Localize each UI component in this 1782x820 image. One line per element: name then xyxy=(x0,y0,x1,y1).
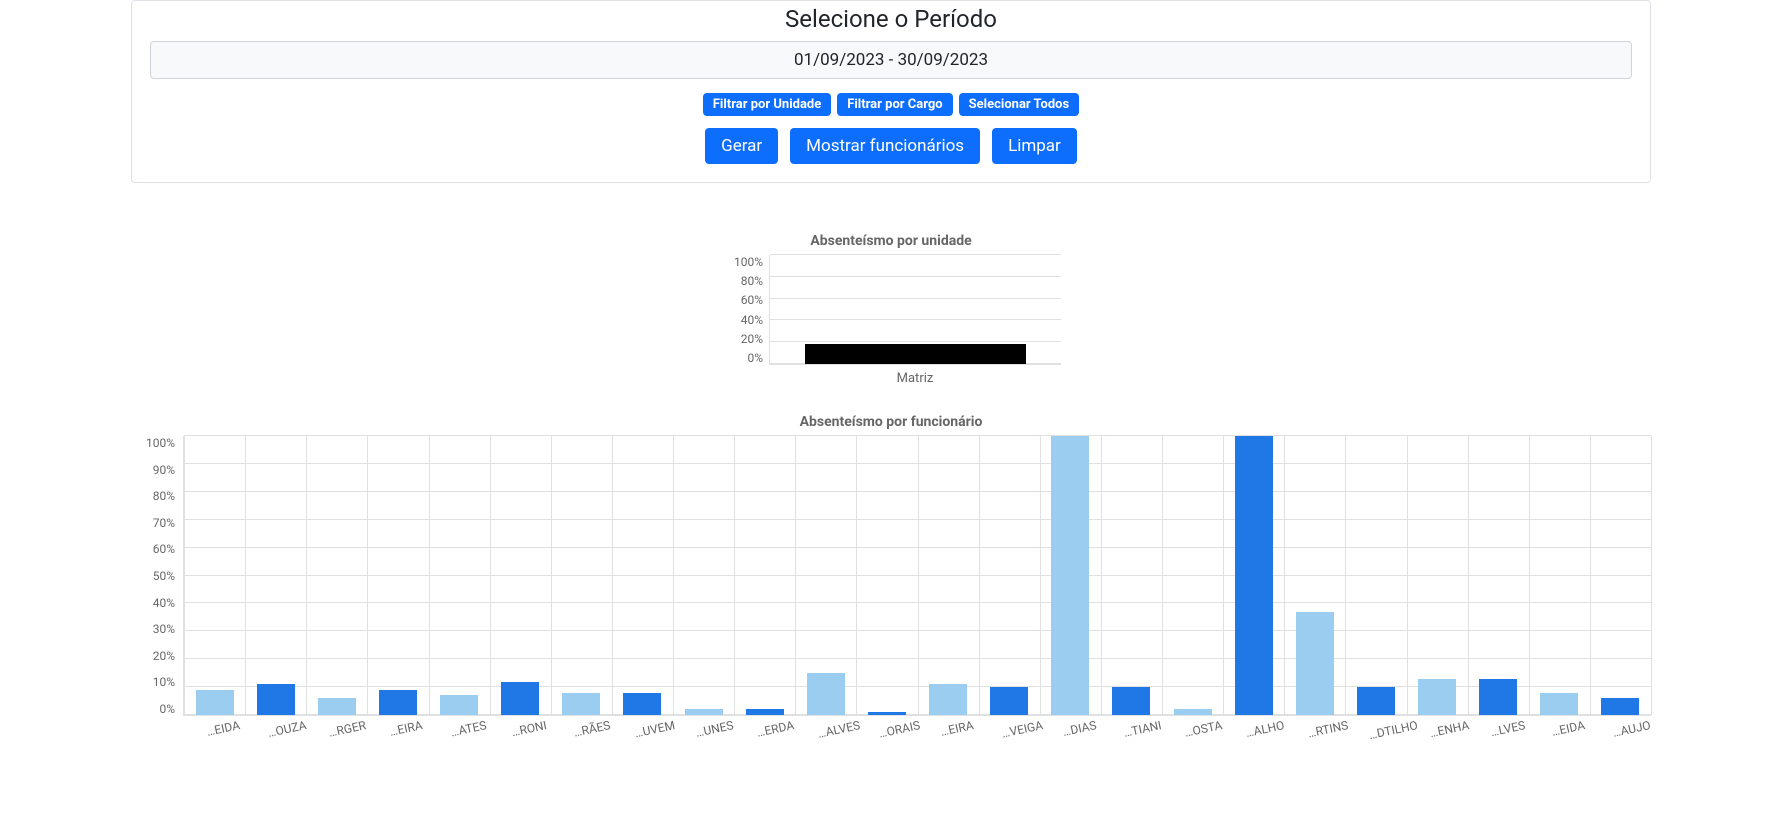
x-tick: …EIRA xyxy=(388,718,424,739)
employee-bar xyxy=(746,709,784,715)
y-tick: 90% xyxy=(131,463,175,477)
employee-chart: Absenteísmo por funcionário 100% 90% 80% 70… xyxy=(131,414,1651,740)
unit-chart-x-label: Matriz xyxy=(721,371,1061,386)
x-tick: …ENHA xyxy=(1428,718,1470,740)
y-tick: 40% xyxy=(131,596,175,610)
action-buttons-row: Gerar Mostrar funcionários Limpar xyxy=(150,128,1632,164)
y-tick: 100% xyxy=(721,255,763,269)
y-tick: 50% xyxy=(131,569,175,583)
clear-button[interactable]: Limpar xyxy=(992,128,1077,164)
employee-bar xyxy=(318,698,356,715)
y-tick: 60% xyxy=(721,293,763,307)
employee-bar xyxy=(501,682,539,715)
y-tick: 20% xyxy=(131,649,175,663)
x-tick: …TIANI xyxy=(1122,718,1162,740)
x-tick: …ALHO xyxy=(1245,718,1286,740)
x-tick: …ALVES xyxy=(817,718,862,741)
y-tick: 20% xyxy=(721,332,763,346)
x-tick: …EIRA xyxy=(939,718,975,739)
employee-bar xyxy=(623,693,661,715)
x-tick: …DTILHO xyxy=(1367,718,1418,742)
y-tick: 10% xyxy=(131,675,175,689)
employee-bar xyxy=(562,693,600,715)
date-range-input[interactable] xyxy=(150,41,1632,79)
x-tick: …ERDA xyxy=(755,718,795,740)
period-title: Selecione o Período xyxy=(150,5,1632,33)
employee-bar xyxy=(868,712,906,715)
y-tick: 30% xyxy=(131,622,175,636)
x-tick: …OSTA xyxy=(1184,718,1224,740)
y-tick: 40% xyxy=(721,313,763,327)
employee-chart-plot xyxy=(183,436,1651,716)
employee-bar xyxy=(929,684,967,715)
y-tick: 0% xyxy=(721,351,763,365)
unit-chart-plot xyxy=(769,255,1061,365)
x-tick: …RÃES xyxy=(572,718,611,739)
employee-bar xyxy=(1112,687,1150,715)
x-tick: …ATES xyxy=(450,718,488,739)
y-tick: 0% xyxy=(131,702,175,716)
unit-chart-y-axis: 100% 80% 60% 40% 20% 0% xyxy=(721,255,769,365)
employee-bar xyxy=(685,709,723,715)
employee-bar xyxy=(196,690,234,715)
unit-bar xyxy=(805,344,1026,364)
x-tick: …UNES xyxy=(694,718,734,740)
unit-chart-title: Absenteísmo por unidade xyxy=(721,233,1061,249)
x-tick: …RGER xyxy=(327,718,367,740)
show-employees-button[interactable]: Mostrar funcionários xyxy=(790,128,980,164)
employee-bar xyxy=(1174,709,1212,715)
x-tick: …ORAIS xyxy=(878,718,922,740)
y-tick: 80% xyxy=(721,274,763,288)
x-tick: …VEIGA xyxy=(1000,718,1044,740)
employee-chart-x-axis: …EIDA …OUZA …RGER …EIRA …ATES …RONI …RÃES …UVEM… xyxy=(183,716,1651,740)
employee-chart-title: Absenteísmo por funcionário xyxy=(131,414,1651,430)
y-tick: 70% xyxy=(131,516,175,530)
employee-bar xyxy=(379,690,417,715)
x-tick: …LVES xyxy=(1489,718,1526,739)
employee-bar xyxy=(1235,436,1273,715)
employee-bar xyxy=(807,673,845,715)
x-tick: …RTINS xyxy=(1306,718,1349,740)
filter-role-button[interactable]: Filtrar por Cargo xyxy=(837,93,952,116)
employee-bar xyxy=(440,695,478,715)
generate-button[interactable]: Gerar xyxy=(705,128,778,164)
x-tick: …UVEM xyxy=(633,718,676,740)
x-tick: …AUJO xyxy=(1612,718,1652,740)
x-tick: …RONI xyxy=(511,718,549,739)
y-tick: 60% xyxy=(131,542,175,556)
x-tick: …OUZA xyxy=(266,718,307,740)
filter-panel: Selecione o Período Filtrar por Unidade … xyxy=(131,0,1651,183)
employee-bar xyxy=(990,687,1028,715)
employee-bar xyxy=(257,684,295,715)
employee-bar xyxy=(1296,612,1334,715)
employee-bar xyxy=(1418,679,1456,715)
employee-bar xyxy=(1357,687,1395,715)
x-tick: …DIAS xyxy=(1061,718,1097,739)
y-tick: 80% xyxy=(131,489,175,503)
select-all-button[interactable]: Selecionar Todos xyxy=(959,93,1080,116)
employee-bar xyxy=(1540,693,1578,715)
employee-bar xyxy=(1479,679,1517,715)
y-tick: 100% xyxy=(131,436,175,450)
filter-buttons-row: Filtrar por Unidade Filtrar por Cargo Se… xyxy=(150,93,1632,116)
x-tick: …EIDA xyxy=(1551,718,1587,739)
employee-bar xyxy=(1601,698,1639,715)
employee-chart-y-axis: 100% 90% 80% 70% 60% 50% 40% 30% 20% 10% 0% xyxy=(131,436,183,716)
unit-chart: Absenteísmo por unidade 100% 80% 60% 40% 20%… xyxy=(721,233,1061,386)
filter-unit-button[interactable]: Filtrar por Unidade xyxy=(703,93,831,116)
employee-bar xyxy=(1051,436,1089,715)
x-tick: …EIDA xyxy=(205,718,241,739)
